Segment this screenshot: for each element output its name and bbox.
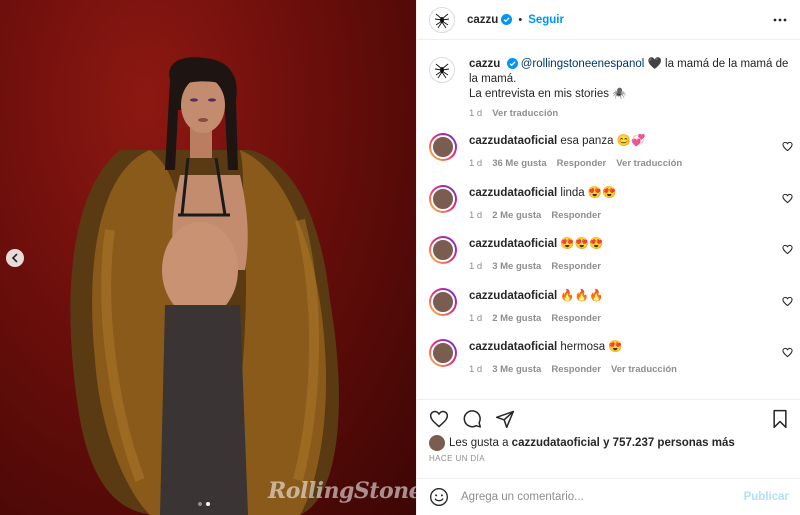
post-actions: Les gusta a cazzudataoficial y 757.237 p…: [417, 399, 800, 477]
share-send-icon[interactable]: [495, 409, 515, 429]
comment-text: linda 😍😍: [560, 186, 617, 199]
emoji-icon[interactable]: [429, 487, 449, 507]
commenter-avatar[interactable]: [429, 184, 457, 213]
likes-summary: Les gusta a cazzudataoficial y 757.237 p…: [417, 435, 800, 451]
comment-item: cazzudataoficial hermosa 😍 1 d 3 Me gust…: [417, 339, 800, 391]
comment-translate-link[interactable]: Ver traducción: [611, 362, 677, 377]
likes-prefix: Les gusta a: [449, 437, 509, 449]
comment-like-heart-icon[interactable]: [782, 296, 793, 307]
magazine-watermark: RollingStone: [268, 478, 416, 504]
spider-icon: [434, 13, 450, 28]
publish-button[interactable]: Publicar: [744, 491, 789, 503]
caption-translate-link[interactable]: Ver traducción: [492, 106, 558, 121]
comments-list[interactable]: cazzu @rollingstoneenespanol 🖤 la mamá d…: [417, 41, 800, 399]
commenter-avatar-image: [431, 341, 455, 365]
comment-likes-count[interactable]: 36 Me gusta: [492, 156, 546, 171]
save-bookmark-icon[interactable]: [771, 409, 789, 429]
commenter-avatar-image: [431, 289, 455, 314]
commenter-avatar-image: [431, 135, 455, 159]
verified-badge-icon: [501, 14, 513, 25]
caption-line-2: La entrevista en mis stories 🕷️: [469, 88, 627, 100]
comment-time: 1 d: [469, 209, 483, 221]
comment-like-heart-icon[interactable]: [782, 244, 793, 255]
comment-translate-link[interactable]: Ver traducción: [616, 156, 682, 171]
caption-text: cazzu @rollingstoneenespanol 🖤 la mamá d…: [469, 57, 789, 87]
verified-badge-icon: [506, 58, 518, 70]
commenter-avatar-image: [431, 186, 455, 211]
commenter-username[interactable]: cazzudataoficial: [469, 341, 557, 353]
commenter-avatar[interactable]: [429, 236, 457, 264]
comment-bubble-icon[interactable]: [462, 409, 482, 429]
commenter-avatar[interactable]: [429, 287, 457, 316]
post-header: cazzu • Seguir: [417, 0, 800, 40]
commenter-avatar[interactable]: [429, 133, 457, 161]
previous-photo-button[interactable]: [6, 249, 24, 267]
comment-item: cazzudataoficial linda 😍😍 1 d 2 Me gusta…: [417, 184, 800, 237]
commenter-username[interactable]: cazzudataoficial: [469, 290, 557, 302]
comment-likes-count[interactable]: 3 Me gusta: [492, 259, 541, 274]
post-panel: cazzu • Seguir cazzu @rollingstoneenespa…: [416, 0, 800, 515]
comment-text: esa panza 😊💞: [560, 135, 646, 147]
photo-illustration: [70, 57, 339, 515]
comment-reply-button[interactable]: Responder: [551, 362, 601, 377]
commenter-username[interactable]: cazzudataoficial: [469, 187, 557, 199]
likes-user-link[interactable]: cazzudataoficial: [512, 437, 600, 449]
comment-text: hermosa 😍: [560, 341, 623, 353]
comment-likes-count[interactable]: 2 Me gusta: [492, 208, 541, 223]
add-comment-bar: Publicar: [417, 478, 800, 515]
comment-reply-button[interactable]: Responder: [551, 311, 601, 326]
comment-item: cazzudataoficial 🔥🔥🔥 1 d 2 Me gusta Resp…: [417, 287, 800, 340]
comment-input[interactable]: [461, 491, 744, 503]
likes-count-link[interactable]: y 757.237 personas más: [603, 437, 735, 449]
commenter-username[interactable]: cazzudataoficial: [469, 238, 557, 250]
comment-like-heart-icon[interactable]: [782, 193, 793, 204]
comment-reply-button[interactable]: Responder: [557, 156, 607, 171]
follow-button[interactable]: Seguir: [528, 14, 564, 26]
author-username[interactable]: cazzu: [467, 14, 498, 26]
comment-reply-button[interactable]: Responder: [551, 208, 601, 223]
liker-avatar[interactable]: [429, 435, 445, 451]
caption-author-avatar[interactable]: [429, 57, 455, 83]
spider-icon: [434, 63, 450, 79]
comment-item: cazzudataoficial esa panza 😊💞 1 d 36 Me …: [417, 133, 800, 185]
comment-like-heart-icon[interactable]: [782, 347, 793, 358]
post-photo[interactable]: RollingStone: [0, 0, 416, 515]
comment-reply-button[interactable]: Responder: [551, 259, 601, 274]
commenter-username[interactable]: cazzudataoficial: [469, 135, 557, 147]
comment-time: 1 d: [469, 364, 483, 375]
chevron-left-icon: [11, 253, 18, 263]
comment-like-heart-icon[interactable]: [782, 141, 793, 152]
post-caption: cazzu @rollingstoneenespanol 🖤 la mamá d…: [417, 41, 800, 121]
comment-text: 😍😍😍: [560, 238, 604, 250]
caption-username[interactable]: cazzu: [469, 58, 500, 70]
caption-mention-link[interactable]: @rollingstoneenespanol: [521, 58, 645, 70]
author-avatar[interactable]: [429, 6, 455, 33]
caption-time: 1 d: [469, 108, 483, 119]
comment-time: 1 d: [469, 158, 483, 169]
like-heart-icon[interactable]: [429, 409, 449, 429]
carousel-indicator: [198, 502, 210, 506]
post-timestamp: HACE UN DÍA: [429, 454, 485, 463]
carousel-dot: [198, 502, 202, 506]
carousel-dot-active: [206, 502, 210, 506]
comment-likes-count[interactable]: 2 Me gusta: [492, 311, 541, 326]
commenter-avatar[interactable]: [429, 339, 457, 367]
comment-text: 🔥🔥🔥: [560, 289, 604, 302]
commenter-avatar-image: [431, 238, 455, 262]
comment-time: 1 d: [469, 261, 483, 272]
more-options-icon[interactable]: [772, 12, 788, 28]
header-separator: •: [518, 13, 523, 26]
comment-likes-count[interactable]: 3 Me gusta: [492, 362, 541, 377]
comment-time: 1 d: [469, 312, 483, 324]
comment-item: cazzudataoficial 😍😍😍 1 d 3 Me gusta Resp…: [417, 236, 800, 288]
